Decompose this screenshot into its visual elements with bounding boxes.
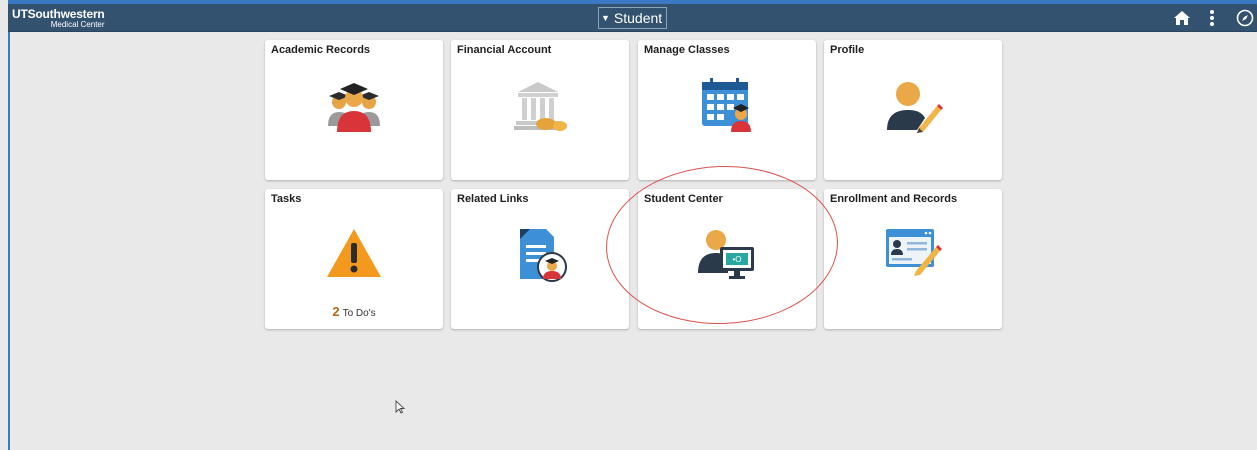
top-navigation-bar: UTSouthwestern Medical Center ▼ Student xyxy=(8,4,1257,32)
tile-related-links[interactable]: Related Links xyxy=(451,189,629,329)
tile-title: Profile xyxy=(830,44,865,56)
navbar-compass-icon[interactable] xyxy=(1235,8,1255,28)
tile-title: Enrollment and Records xyxy=(830,193,958,205)
calendar-student-icon xyxy=(696,76,758,139)
tile-tasks[interactable]: Tasks 2 To Do's xyxy=(265,189,443,329)
tile-enrollment-and-records[interactable]: Enrollment and Records xyxy=(824,189,1002,329)
svg-text:•O: •O xyxy=(732,255,741,264)
graduates-icon xyxy=(324,76,384,139)
ut-southwestern-logo[interactable]: UTSouthwestern Medical Center xyxy=(12,8,105,29)
home-icon[interactable] xyxy=(1172,8,1192,28)
homepage-selector[interactable]: ▼ Student xyxy=(598,7,667,29)
tile-manage-classes[interactable]: Manage Classes xyxy=(638,40,816,180)
homepage-title: Student xyxy=(613,10,663,26)
logo-sub-text: Medical Center xyxy=(50,20,105,29)
warning-icon xyxy=(325,227,383,284)
tile-title: Academic Records xyxy=(271,44,371,56)
tile-title: Student Center xyxy=(644,193,723,205)
tile-title: Manage Classes xyxy=(644,44,730,56)
actions-menu-icon[interactable] xyxy=(1206,8,1218,28)
caret-down-icon: ▼ xyxy=(601,13,610,23)
tile-title: Related Links xyxy=(457,193,529,205)
tile-title: Tasks xyxy=(271,193,302,205)
tile-academic-records[interactable]: Academic Records xyxy=(265,40,443,180)
tile-financial-account[interactable]: Financial Account xyxy=(451,40,629,180)
tile-student-center[interactable]: Student Center •O xyxy=(638,189,816,329)
window-left-border xyxy=(8,30,10,450)
tile-title: Financial Account xyxy=(457,44,552,56)
tile-profile[interactable]: Profile xyxy=(824,40,1002,180)
document-student-icon xyxy=(512,223,568,290)
user-edit-icon xyxy=(883,76,943,139)
todo-label: To Do's xyxy=(342,308,376,319)
todo-summary: 2 To Do's xyxy=(265,304,443,319)
todo-count: 2 xyxy=(332,304,340,319)
student-computer-icon: •O xyxy=(696,227,758,286)
mouse-cursor-icon xyxy=(395,399,406,419)
logo-main-text: UTSouthwestern xyxy=(12,7,105,21)
bank-coins-icon xyxy=(510,78,570,139)
form-edit-icon xyxy=(882,225,944,282)
